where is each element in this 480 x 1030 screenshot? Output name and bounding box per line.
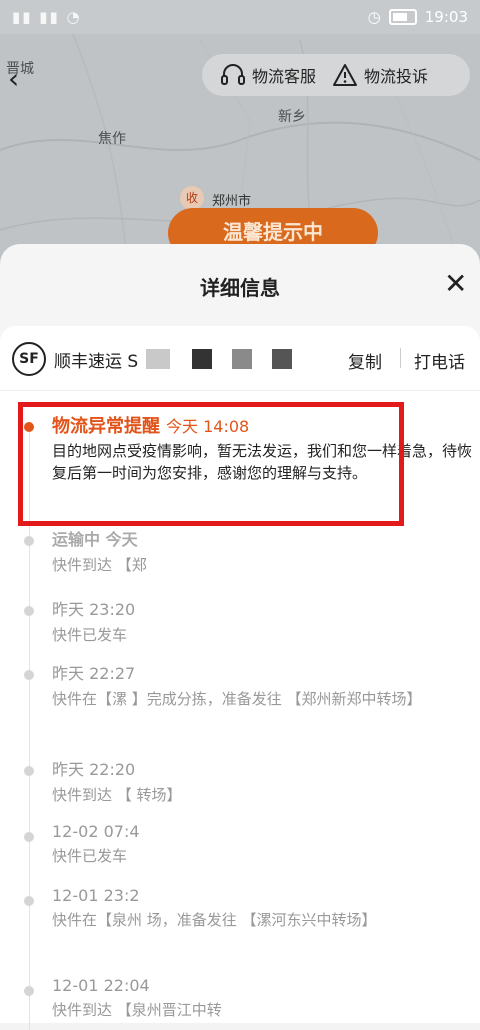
redacted-block [272, 349, 293, 369]
event-time: 运输中 今天 [52, 530, 138, 549]
status-bar: ▮▮ ▮▮ ◔ ◷ 19:03 [0, 0, 480, 34]
list-item: 12-02 07:4 快件已发车 [52, 822, 472, 867]
list-item: 12-01 23:2 快件在【泉州 场，准备发往 【漯河东兴中转场】 [52, 886, 472, 931]
list-item: 运输中 今天 快件到达 【郑 [52, 526, 472, 576]
timeline-dot [24, 670, 34, 680]
timeline-dot [24, 606, 34, 616]
redacted-block [146, 349, 171, 369]
timeline-dot [24, 896, 34, 906]
battery-icon [388, 9, 417, 25]
copy-button[interactable]: 复制 [348, 348, 382, 373]
call-button[interactable]: 打电话 [414, 348, 465, 373]
list-item: 12-01 22:04 快件到达 【泉州晋江中转 [52, 976, 472, 1021]
timeline-dot [24, 832, 34, 842]
list-item: 昨天 22:20 快件到达 【 转场】 [52, 756, 472, 806]
divider [0, 390, 480, 391]
event-desc: 快件到达 【郑 [52, 556, 147, 574]
warning-icon [333, 64, 358, 86]
event-time: 12-01 23:2 [52, 886, 140, 905]
timeline-dot [24, 986, 34, 996]
event-time: 12-02 07:4 [52, 822, 140, 841]
list-item: 昨天 22:27 快件在【漯 】完成分拣，准备发往 【郑州新郑中转场】 [52, 660, 472, 710]
receiver-marker: 收 [180, 186, 204, 210]
map-city-label: 焦作 [98, 131, 126, 147]
event-desc: 快件到达 【 转场】 [52, 786, 182, 804]
event-desc: 快件在【漯 】完成分拣，准备发往 【郑州新郑中转场】 [52, 690, 422, 708]
event-desc: 快件到达 【泉州晋江中转 [52, 1001, 222, 1019]
carrier-row: SF 顺丰速运 S [12, 342, 293, 376]
event-time: 昨天 22:20 [52, 760, 136, 779]
timeline-dot [24, 766, 34, 776]
alarm-icon: ◷ [367, 8, 381, 26]
complaint-label: 物流投诉 [364, 67, 429, 86]
complaint-button[interactable]: 物流投诉 [332, 63, 428, 87]
list-item: 昨天 23:20 快件已发车 [52, 596, 472, 646]
event-time: 12-01 22:04 [52, 976, 150, 995]
event-time: 昨天 23:20 [52, 600, 136, 619]
clock: 19:03 [424, 8, 468, 26]
service-button[interactable]: 物流客服 [220, 63, 316, 87]
redacted-block [232, 349, 253, 369]
event-desc: 快件在【泉州 场，准备发往 【漯河东兴中转场】 [52, 911, 377, 929]
sheet-title: 详细信息 [200, 276, 280, 300]
redacted-block [192, 349, 213, 369]
detail-sheet: 详细信息 ✕ SF 顺丰速运 S 复制 打电话 物流异常提醒 今天 14:08 目… [0, 244, 480, 1030]
event-desc: 快件已发车 [52, 626, 128, 644]
signal-icons: ▮▮ ▮▮ ◔ [12, 8, 82, 26]
timeline-dot [24, 536, 34, 546]
carrier-name: 顺丰速运 S [54, 351, 139, 372]
back-button[interactable]: ‹ [8, 62, 19, 95]
map-city-label: 郑州市 [212, 194, 252, 209]
event-desc: 快件已发车 [52, 847, 128, 865]
headset-icon [221, 64, 245, 85]
sf-logo: SF [12, 342, 46, 376]
close-button[interactable]: ✕ [444, 270, 467, 298]
map-city-label: 新乡 [278, 109, 306, 125]
top-action-bar: 物流客服 物流投诉 [202, 54, 470, 96]
divider [400, 348, 401, 368]
service-label: 物流客服 [252, 67, 317, 86]
event-time: 昨天 22:27 [52, 664, 136, 683]
highlight-box [18, 402, 404, 526]
